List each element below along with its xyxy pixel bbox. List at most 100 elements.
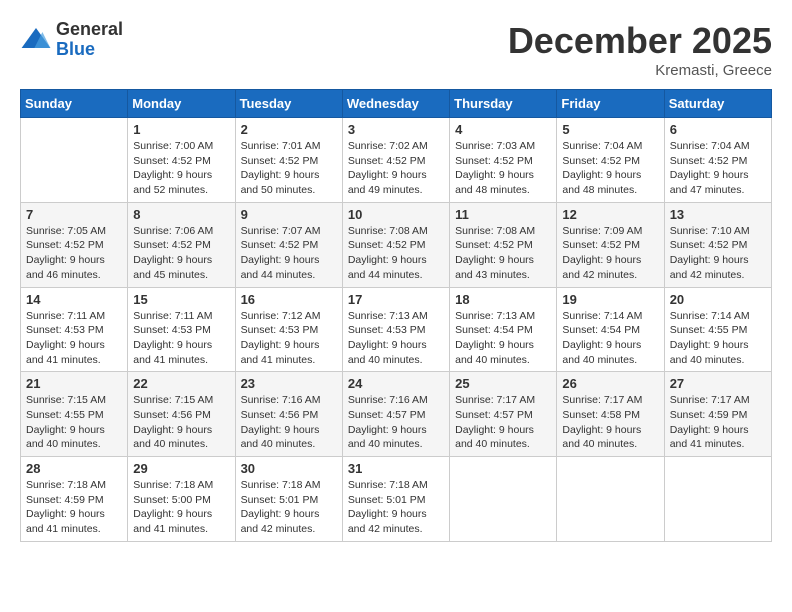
day-number: 17 — [348, 292, 444, 307]
calendar-cell: 29 Sunrise: 7:18 AM Sunset: 5:00 PM Dayli… — [128, 457, 235, 542]
day-number: 9 — [241, 207, 337, 222]
day-info: Sunrise: 7:17 AM Sunset: 4:59 PM Dayligh… — [670, 393, 766, 452]
day-number: 6 — [670, 122, 766, 137]
calendar-week-row: 7 Sunrise: 7:05 AM Sunset: 4:52 PM Daylig… — [21, 202, 772, 287]
logo-icon — [20, 24, 52, 56]
calendar-header-tuesday: Tuesday — [235, 90, 342, 118]
day-number: 16 — [241, 292, 337, 307]
day-info: Sunrise: 7:12 AM Sunset: 4:53 PM Dayligh… — [241, 309, 337, 368]
calendar-header-wednesday: Wednesday — [342, 90, 449, 118]
calendar-cell: 30 Sunrise: 7:18 AM Sunset: 5:01 PM Dayli… — [235, 457, 342, 542]
day-info: Sunrise: 7:14 AM Sunset: 4:55 PM Dayligh… — [670, 309, 766, 368]
day-number: 3 — [348, 122, 444, 137]
day-info: Sunrise: 7:17 AM Sunset: 4:57 PM Dayligh… — [455, 393, 551, 452]
calendar-header-monday: Monday — [128, 90, 235, 118]
calendar-cell: 9Sunrise: 7:07 AM Sunset: 4:52 PM Daylig… — [235, 202, 342, 287]
calendar-cell: 1 Sunrise: 7:00 AM Sunset: 4:52 PM Daylig… — [128, 118, 235, 203]
title-block: December 2025 Kremasti, Greece — [508, 20, 772, 79]
month-title: December 2025 — [508, 20, 772, 62]
calendar-week-row: 1 Sunrise: 7:00 AM Sunset: 4:52 PM Daylig… — [21, 118, 772, 203]
calendar-cell: 25 Sunrise: 7:17 AM Sunset: 4:57 PM Dayli… — [450, 372, 557, 457]
calendar-cell: 22 Sunrise: 7:15 AM Sunset: 4:56 PM Dayli… — [128, 372, 235, 457]
calendar-cell: 28Sunrise: 7:18 AM Sunset: 4:59 PM Dayli… — [21, 457, 128, 542]
calendar-cell: 21Sunrise: 7:15 AM Sunset: 4:55 PM Dayli… — [21, 372, 128, 457]
calendar-cell: 18 Sunrise: 7:13 AM Sunset: 4:54 PM Dayli… — [450, 287, 557, 372]
page-header: General Blue December 2025 Kremasti, Gre… — [20, 20, 772, 79]
day-info: Sunrise: 7:04 AM Sunset: 4:52 PM Dayligh… — [562, 139, 658, 198]
calendar-header-thursday: Thursday — [450, 90, 557, 118]
calendar-week-row: 21Sunrise: 7:15 AM Sunset: 4:55 PM Dayli… — [21, 372, 772, 457]
day-number: 2 — [241, 122, 337, 137]
calendar-week-row: 14 Sunrise: 7:11 AM Sunset: 4:53 PM Dayli… — [21, 287, 772, 372]
day-info: Sunrise: 7:18 AM Sunset: 5:01 PM Dayligh… — [241, 478, 337, 537]
calendar-header-sunday: Sunday — [21, 90, 128, 118]
calendar-cell — [21, 118, 128, 203]
day-number: 18 — [455, 292, 551, 307]
day-number: 5 — [562, 122, 658, 137]
day-number: 14 — [26, 292, 122, 307]
day-number: 7 — [26, 207, 122, 222]
day-info: Sunrise: 7:17 AM Sunset: 4:58 PM Dayligh… — [562, 393, 658, 452]
day-info: Sunrise: 7:13 AM Sunset: 4:54 PM Dayligh… — [455, 309, 551, 368]
day-info: Sunrise: 7:01 AM Sunset: 4:52 PM Dayligh… — [241, 139, 337, 198]
day-number: 11 — [455, 207, 551, 222]
day-info: Sunrise: 7:16 AM Sunset: 4:56 PM Dayligh… — [241, 393, 337, 452]
day-info: Sunrise: 7:00 AM Sunset: 4:52 PM Dayligh… — [133, 139, 229, 198]
day-info: Sunrise: 7:06 AM Sunset: 4:52 PM Dayligh… — [133, 224, 229, 283]
calendar-cell: 19 Sunrise: 7:14 AM Sunset: 4:54 PM Dayli… — [557, 287, 664, 372]
calendar-cell: 20Sunrise: 7:14 AM Sunset: 4:55 PM Dayli… — [664, 287, 771, 372]
day-info: Sunrise: 7:09 AM Sunset: 4:52 PM Dayligh… — [562, 224, 658, 283]
calendar-cell — [557, 457, 664, 542]
location-subtitle: Kremasti, Greece — [508, 62, 772, 79]
day-info: Sunrise: 7:11 AM Sunset: 4:53 PM Dayligh… — [26, 309, 122, 368]
day-number: 25 — [455, 376, 551, 391]
day-info: Sunrise: 7:03 AM Sunset: 4:52 PM Dayligh… — [455, 139, 551, 198]
calendar-cell: 2 Sunrise: 7:01 AM Sunset: 4:52 PM Daylig… — [235, 118, 342, 203]
calendar-header-row: SundayMondayTuesdayWednesdayThursdayFrid… — [21, 90, 772, 118]
day-number: 22 — [133, 376, 229, 391]
calendar-cell — [664, 457, 771, 542]
calendar-cell: 16 Sunrise: 7:12 AM Sunset: 4:53 PM Dayli… — [235, 287, 342, 372]
day-info: Sunrise: 7:16 AM Sunset: 4:57 PM Dayligh… — [348, 393, 444, 452]
day-info: Sunrise: 7:18 AM Sunset: 5:01 PM Dayligh… — [348, 478, 444, 537]
day-number: 23 — [241, 376, 337, 391]
day-info: Sunrise: 7:18 AM Sunset: 5:00 PM Dayligh… — [133, 478, 229, 537]
day-info: Sunrise: 7:04 AM Sunset: 4:52 PM Dayligh… — [670, 139, 766, 198]
day-number: 1 — [133, 122, 229, 137]
calendar-cell: 12 Sunrise: 7:09 AM Sunset: 4:52 PM Dayli… — [557, 202, 664, 287]
day-info: Sunrise: 7:15 AM Sunset: 4:56 PM Dayligh… — [133, 393, 229, 452]
calendar-cell: 24 Sunrise: 7:16 AM Sunset: 4:57 PM Dayli… — [342, 372, 449, 457]
day-number: 15 — [133, 292, 229, 307]
day-info: Sunrise: 7:02 AM Sunset: 4:52 PM Dayligh… — [348, 139, 444, 198]
calendar-cell: 5 Sunrise: 7:04 AM Sunset: 4:52 PM Daylig… — [557, 118, 664, 203]
calendar-header-saturday: Saturday — [664, 90, 771, 118]
calendar-cell: 4 Sunrise: 7:03 AM Sunset: 4:52 PM Daylig… — [450, 118, 557, 203]
calendar-cell: 8Sunrise: 7:06 AM Sunset: 4:52 PM Daylig… — [128, 202, 235, 287]
calendar-cell: 13Sunrise: 7:10 AM Sunset: 4:52 PM Dayli… — [664, 202, 771, 287]
day-number: 28 — [26, 461, 122, 476]
calendar-cell: 15Sunrise: 7:11 AM Sunset: 4:53 PM Dayli… — [128, 287, 235, 372]
day-info: Sunrise: 7:08 AM Sunset: 4:52 PM Dayligh… — [455, 224, 551, 283]
day-info: Sunrise: 7:14 AM Sunset: 4:54 PM Dayligh… — [562, 309, 658, 368]
calendar-cell: 31Sunrise: 7:18 AM Sunset: 5:01 PM Dayli… — [342, 457, 449, 542]
day-info: Sunrise: 7:13 AM Sunset: 4:53 PM Dayligh… — [348, 309, 444, 368]
day-number: 30 — [241, 461, 337, 476]
calendar-week-row: 28Sunrise: 7:18 AM Sunset: 4:59 PM Dayli… — [21, 457, 772, 542]
calendar-cell: 26 Sunrise: 7:17 AM Sunset: 4:58 PM Dayli… — [557, 372, 664, 457]
day-info: Sunrise: 7:15 AM Sunset: 4:55 PM Dayligh… — [26, 393, 122, 452]
day-number: 12 — [562, 207, 658, 222]
day-number: 19 — [562, 292, 658, 307]
day-number: 29 — [133, 461, 229, 476]
calendar-cell: 10 Sunrise: 7:08 AM Sunset: 4:52 PM Dayli… — [342, 202, 449, 287]
day-number: 24 — [348, 376, 444, 391]
logo: General Blue — [20, 20, 123, 60]
day-number: 26 — [562, 376, 658, 391]
calendar-cell: 17 Sunrise: 7:13 AM Sunset: 4:53 PM Dayli… — [342, 287, 449, 372]
day-number: 10 — [348, 207, 444, 222]
calendar-cell: 14 Sunrise: 7:11 AM Sunset: 4:53 PM Dayli… — [21, 287, 128, 372]
day-info: Sunrise: 7:08 AM Sunset: 4:52 PM Dayligh… — [348, 224, 444, 283]
calendar-cell: 27 Sunrise: 7:17 AM Sunset: 4:59 PM Dayli… — [664, 372, 771, 457]
day-number: 4 — [455, 122, 551, 137]
day-info: Sunrise: 7:05 AM Sunset: 4:52 PM Dayligh… — [26, 224, 122, 283]
day-number: 27 — [670, 376, 766, 391]
